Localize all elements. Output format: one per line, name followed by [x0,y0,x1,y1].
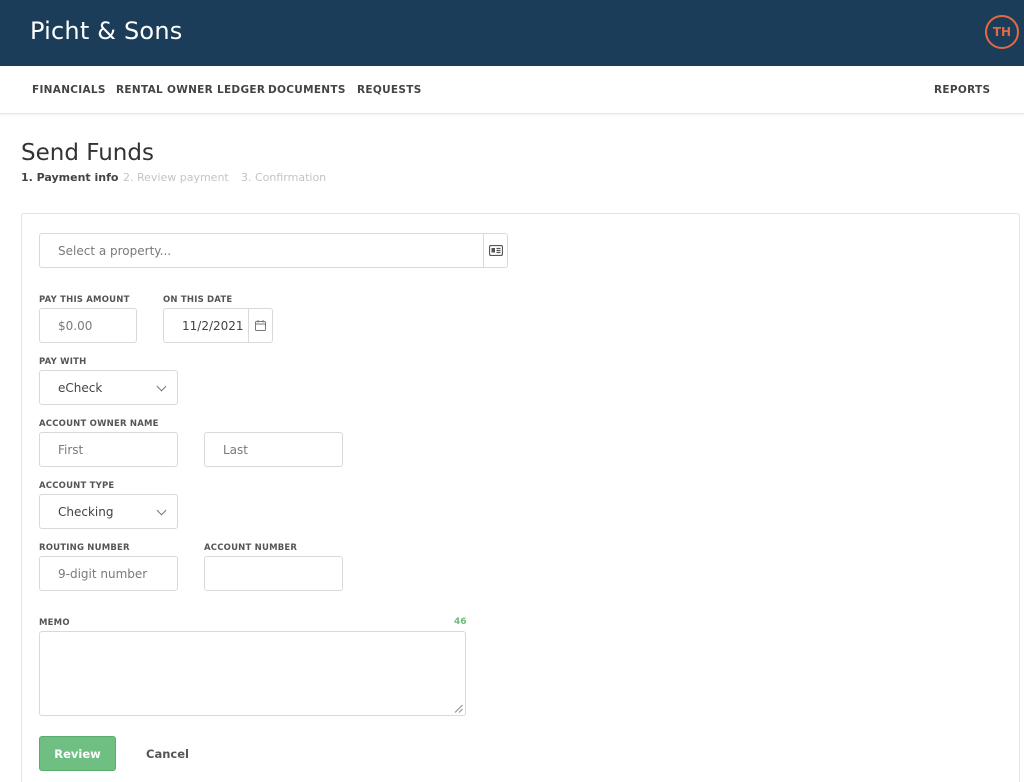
account-number-input[interactable] [204,556,343,591]
account-type-value: Checking [58,504,114,519]
user-avatar[interactable]: TH [985,15,1019,49]
id-card-icon[interactable] [483,234,507,267]
owner-name-label: ACCOUNT OWNER NAME [39,419,159,429]
property-select-placeholder: Select a property... [58,243,172,258]
nav-rental-owner-ledger[interactable]: RENTAL OWNER LEDGER [116,84,265,96]
account-type-select[interactable]: Checking [39,494,178,529]
date-input[interactable]: 11/2/2021 [163,308,273,343]
nav-reports[interactable]: REPORTS [934,84,990,96]
calendar-icon[interactable] [248,309,272,342]
memo-char-counter: 46 [454,617,467,627]
first-name-placeholder: First [58,442,84,457]
routing-number-input[interactable]: 9-digit number [39,556,178,591]
memo-label: MEMO [39,618,70,628]
top-bar: Picht & Sons TH [0,0,1024,66]
amount-input[interactable]: $0.00 [39,308,137,343]
step-review-payment: 2. Review payment [123,171,229,184]
account-type-label: ACCOUNT TYPE [39,481,115,491]
pay-with-value: eCheck [58,380,103,395]
routing-label: ROUTING NUMBER [39,543,130,553]
app-title[interactable]: Picht & Sons [30,17,182,45]
last-name-placeholder: Last [223,442,248,457]
property-select[interactable]: Select a property... [39,233,508,268]
first-name-input[interactable]: First [39,432,178,467]
memo-textarea[interactable] [39,631,466,716]
account-number-label: ACCOUNT NUMBER [204,543,298,553]
date-value: 11/2/2021 [182,318,244,333]
date-label: ON THIS DATE [163,295,233,305]
chevron-down-icon [156,505,167,515]
routing-placeholder: 9-digit number [58,566,148,581]
step-confirmation: 3. Confirmation [241,171,327,184]
resize-handle-icon[interactable] [454,704,463,713]
last-name-input[interactable]: Last [204,432,343,467]
cancel-button[interactable]: Cancel [146,747,189,761]
nav-documents[interactable]: DOCUMENTS [268,84,346,96]
step-payment-info: 1. Payment info [21,171,119,184]
amount-label: PAY THIS AMOUNT [39,295,130,305]
page-title: Send Funds [21,140,154,166]
main-nav: FINANCIALS RENTAL OWNER LEDGER DOCUMENTS… [0,66,1024,114]
pay-with-select[interactable]: eCheck [39,370,178,405]
pay-with-label: PAY WITH [39,357,87,367]
amount-value: $0.00 [58,318,93,333]
nav-financials[interactable]: FINANCIALS [32,84,106,96]
review-button[interactable]: Review [39,736,116,771]
nav-requests[interactable]: REQUESTS [357,84,422,96]
chevron-down-icon [156,381,167,391]
